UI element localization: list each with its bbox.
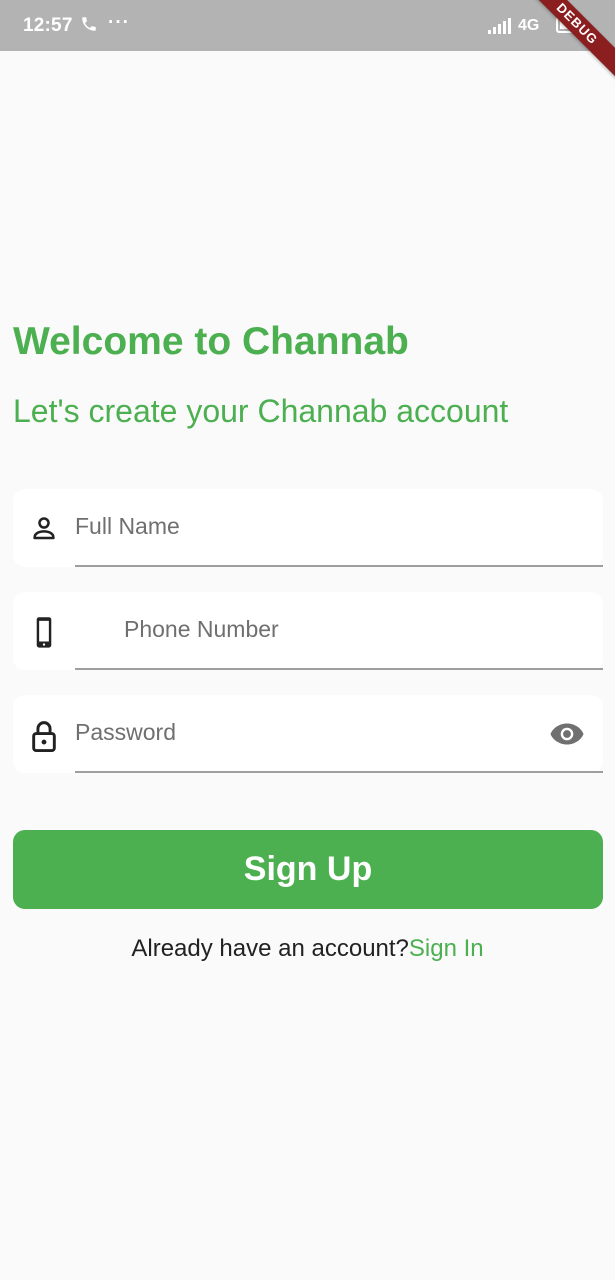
page-title: Welcome to Channab [13,320,409,363]
more-notifications-icon: ··· [108,12,130,33]
page-subtitle: Let's create your Channab account [13,393,509,429]
phone-number-placeholder: Phone Number [124,616,279,642]
password-field[interactable]: Password [13,695,603,773]
debug-banner: DEBUG [513,0,615,88]
signup-button[interactable]: Sign Up [13,830,603,909]
have-account-text: Already have an account? [131,935,409,962]
phone-call-icon [80,15,98,38]
password-placeholder: Password [75,719,176,745]
full-name-underline [75,565,603,567]
phone-number-field[interactable]: Phone Number [13,592,603,670]
eye-icon[interactable] [549,721,585,752]
signin-prompt: Already have an account?Sign In [0,935,615,963]
smartphone-icon [29,616,59,648]
network-type: 4G [518,17,540,34]
person-icon [29,513,59,543]
password-underline [75,771,603,773]
full-name-field[interactable]: Full Name [13,489,603,567]
signal-icon [488,18,512,39]
status-bar: 12:57 ··· 4G DEBUG [0,0,615,88]
lock-icon [29,719,59,753]
status-time: 12:57 [23,15,73,36]
signin-link[interactable]: Sign In [409,935,484,962]
full-name-placeholder: Full Name [75,513,180,539]
phone-number-underline [75,668,603,670]
